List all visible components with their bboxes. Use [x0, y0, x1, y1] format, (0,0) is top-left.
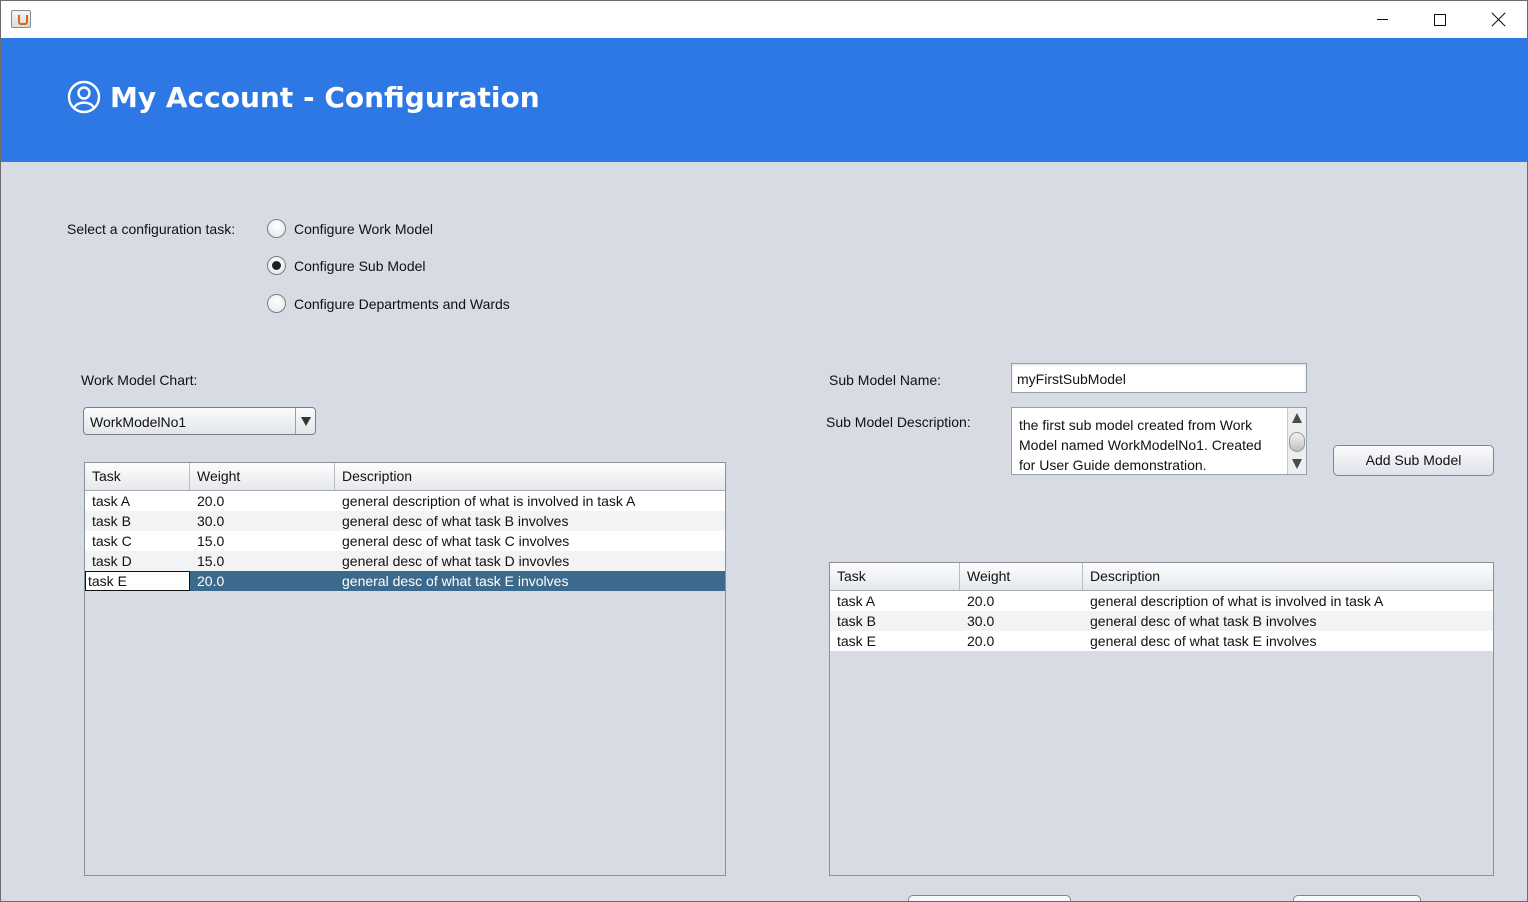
sub-model-description-text[interactable]: the first sub model created from Work Mo…	[1019, 415, 1281, 475]
column-header-task[interactable]: Task	[85, 463, 190, 490]
column-header-description[interactable]: Description	[1083, 563, 1493, 590]
work-model-select[interactable]: WorkModelNo1	[83, 407, 316, 435]
radio-button-checked-icon	[267, 256, 286, 275]
cell-weight[interactable]: 20.0	[960, 631, 1083, 651]
cell-task[interactable]: task B	[830, 611, 960, 631]
work-model-table: Task Weight Description task A 20.0 gene…	[84, 462, 726, 876]
cell-weight[interactable]: 20.0	[190, 491, 335, 511]
sub-model-name-input[interactable]	[1012, 364, 1306, 392]
scroll-up-icon[interactable]	[1292, 413, 1302, 423]
scroll-thumb[interactable]	[1289, 432, 1305, 452]
cell-description[interactable]: general desc of what task B involves	[335, 511, 725, 531]
cell-description[interactable]: general desc of what task E involves	[1083, 631, 1493, 651]
description-scrollbar[interactable]	[1287, 408, 1306, 474]
add-sub-model-button[interactable]: Add Sub Model	[1333, 445, 1494, 476]
cell-task[interactable]: task E	[830, 631, 960, 651]
radio-configure-work-model[interactable]: Configure Work Model	[267, 219, 433, 238]
radio-label: Configure Departments and Wards	[294, 295, 510, 312]
page-title: My Account - Configuration	[110, 81, 540, 114]
bottom-action-button-left[interactable]	[908, 895, 1071, 901]
close-icon	[1491, 12, 1506, 27]
cell-task[interactable]: task A	[830, 591, 960, 611]
table-body: task A 20.0 general description of what …	[830, 591, 1493, 651]
cell-description[interactable]: general desc of what task D invovles	[335, 551, 725, 571]
user-circle-icon	[67, 80, 101, 114]
sub-model-name-field[interactable]	[1011, 363, 1307, 393]
cell-description[interactable]: general desc of what task B involves	[1083, 611, 1493, 631]
cell-weight[interactable]: 15.0	[190, 551, 335, 571]
radio-button-icon	[267, 219, 286, 238]
work-model-chart-label: Work Model Chart:	[81, 372, 198, 388]
cell-description[interactable]: general desc of what task C involves	[335, 531, 725, 551]
table-row[interactable]: task C 15.0 general desc of what task C …	[85, 531, 725, 551]
sub-model-table: Task Weight Description task A 20.0 gene…	[829, 562, 1494, 876]
radio-configure-departments-wards[interactable]: Configure Departments and Wards	[267, 294, 510, 313]
column-header-task[interactable]: Task	[830, 563, 960, 590]
table-header: Task Weight Description	[85, 463, 725, 491]
java-cup-icon	[11, 10, 31, 28]
cell-description[interactable]: general description of what is involved …	[335, 491, 725, 511]
table-body: task A 20.0 general description of what …	[85, 491, 725, 591]
table-row[interactable]: task B 30.0 general desc of what task B …	[830, 611, 1493, 631]
sub-model-description-field[interactable]: the first sub model created from Work Mo…	[1011, 407, 1307, 475]
cell-task[interactable]: task A	[85, 491, 190, 511]
config-task-label: Select a configuration task:	[67, 221, 236, 237]
sub-model-description-label: Sub Model Description:	[826, 414, 971, 430]
scroll-down-icon[interactable]	[1292, 459, 1302, 469]
table-row[interactable]: task D 15.0 general desc of what task D …	[85, 551, 725, 571]
table-row[interactable]: task E 20.0 general desc of what task E …	[830, 631, 1493, 651]
column-header-weight[interactable]: Weight	[190, 463, 335, 490]
maximize-icon	[1434, 13, 1446, 26]
app-window: My Account - Configuration Select a conf…	[0, 0, 1528, 902]
maximize-button[interactable]	[1411, 1, 1469, 38]
radio-label: Configure Work Model	[294, 220, 434, 237]
dropdown-arrow[interactable]	[295, 408, 315, 434]
chevron-down-icon	[300, 416, 311, 426]
cell-description[interactable]: general description of what is involved …	[1083, 591, 1493, 611]
title-bar	[1, 1, 1527, 38]
table-row[interactable]: task A 20.0 general description of what …	[830, 591, 1493, 611]
cell-weight[interactable]: 15.0	[190, 531, 335, 551]
close-button[interactable]	[1469, 1, 1527, 38]
cell-weight[interactable]: 20.0	[190, 571, 335, 591]
sub-model-name-label: Sub Model Name:	[829, 372, 942, 388]
column-header-weight[interactable]: Weight	[960, 563, 1083, 590]
cell-task[interactable]: task D	[85, 551, 190, 571]
table-row-selected[interactable]: task E 20.0 general desc of what task E …	[85, 571, 725, 591]
bottom-action-button-right[interactable]	[1293, 895, 1421, 901]
column-header-description[interactable]: Description	[335, 463, 725, 490]
cell-task[interactable]: task C	[85, 531, 190, 551]
minimize-button[interactable]	[1353, 1, 1411, 38]
radio-button-icon	[267, 294, 286, 313]
table-row[interactable]: task A 20.0 general description of what …	[85, 491, 725, 511]
cell-description[interactable]: general desc of what task E involves	[335, 571, 725, 591]
radio-label: Configure Sub Model	[294, 257, 426, 274]
minimize-icon	[1376, 19, 1388, 20]
cell-task-focused[interactable]: task E	[85, 571, 190, 591]
radio-configure-sub-model[interactable]: Configure Sub Model	[267, 256, 426, 275]
work-model-select-value: WorkModelNo1	[90, 414, 187, 430]
table-header: Task Weight Description	[830, 563, 1493, 591]
cell-weight[interactable]: 30.0	[960, 611, 1083, 631]
cell-weight[interactable]: 30.0	[190, 511, 335, 531]
table-row[interactable]: task B 30.0 general desc of what task B …	[85, 511, 725, 531]
cell-task[interactable]: task B	[85, 511, 190, 531]
cell-weight[interactable]: 20.0	[960, 591, 1083, 611]
page-header: My Account - Configuration	[1, 38, 1527, 162]
